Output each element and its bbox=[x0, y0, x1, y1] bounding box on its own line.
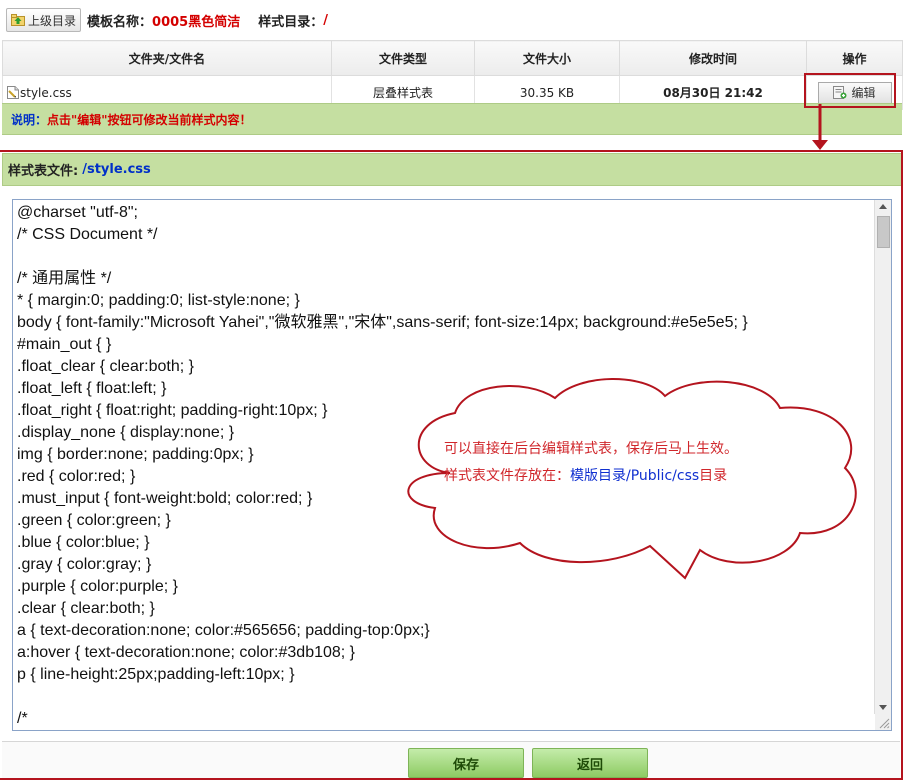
instruction-label: 说明： bbox=[11, 112, 48, 127]
folder-up-icon bbox=[11, 14, 25, 26]
instruction-text: 点击"编辑"按钮可修改当前样式内容！ bbox=[47, 112, 252, 127]
column-header-action: 操作 bbox=[806, 40, 903, 76]
callout-line-1: 可以直接在后台编辑样式表，保存后马上生效。 bbox=[444, 441, 738, 457]
top-bar: 上级目录 模板名称： 0005黑色简洁 样式目录： / bbox=[6, 8, 906, 32]
callout-line-2-prefix: 样式表文件存放在： bbox=[444, 468, 570, 484]
parent-directory-button[interactable]: 上级目录 bbox=[6, 8, 82, 32]
callout-text: 可以直接在后台编辑样式表，保存后马上生效。 样式表文件存放在：模版目录/Publ… bbox=[444, 436, 738, 490]
style-dir-value: / bbox=[323, 12, 328, 28]
column-header-size: 文件大小 bbox=[474, 40, 620, 76]
callout-line-2: 样式表文件存放在：模版目录/Public/css目录 bbox=[444, 463, 738, 490]
column-header-modified: 修改时间 bbox=[619, 40, 807, 76]
template-name-label: 模板名称： bbox=[87, 14, 153, 30]
annotation-arrow-icon bbox=[812, 104, 828, 150]
template-name-value: 0005黑色简洁 bbox=[152, 14, 241, 30]
parent-directory-label: 上级目录 bbox=[28, 13, 77, 28]
callout-css-path: 模版目录/Public/css bbox=[570, 468, 700, 484]
style-dir-label: 样式目录： bbox=[258, 14, 324, 30]
callout-line-2-suffix: 目录 bbox=[699, 468, 728, 484]
edit-button-highlight bbox=[804, 73, 896, 108]
column-header-name: 文件夹/文件名 bbox=[2, 40, 332, 76]
file-name: style.css bbox=[20, 85, 72, 100]
table-header-row: 文件夹/文件名 文件类型 文件大小 修改时间 操作 bbox=[2, 40, 903, 76]
file-table: 文件夹/文件名 文件类型 文件大小 修改时间 操作 style.css 层叠样式… bbox=[2, 40, 903, 110]
instruction-bar: 说明： 点击"编辑"按钮可修改当前样式内容！ bbox=[2, 103, 902, 135]
css-file-icon bbox=[7, 85, 19, 99]
column-header-type: 文件类型 bbox=[331, 40, 475, 76]
